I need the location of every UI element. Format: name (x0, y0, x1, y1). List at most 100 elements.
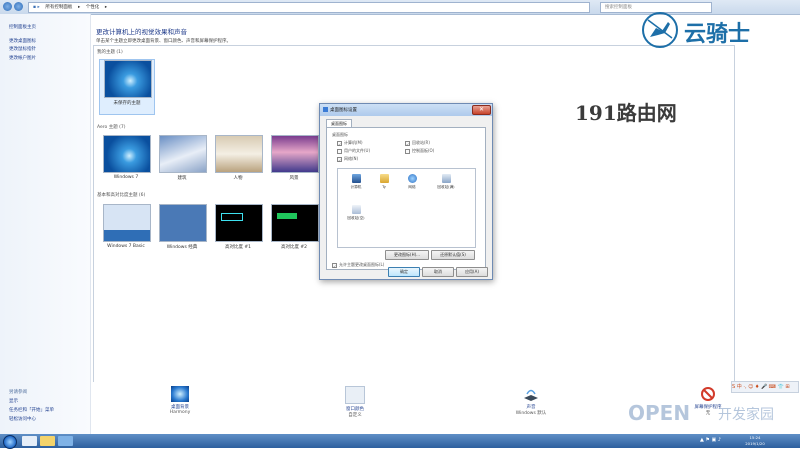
checkbox-label: 控制面板(O) (412, 148, 435, 153)
desktop-icon-list[interactable]: 计算机 Ty 网络 回收站(满) 回收站(空) (337, 168, 476, 248)
apply-button[interactable]: 应用(A) (456, 267, 488, 277)
start-button[interactable] (3, 435, 17, 449)
ok-button[interactable]: 确定 (388, 267, 420, 277)
theme-people[interactable]: 人物 (211, 135, 265, 185)
change-icon-button[interactable]: 更改图标(H)... (385, 250, 429, 260)
theme-caption: Windows 7 (113, 175, 139, 180)
control-panel-icon: ▪ ▸ (33, 5, 40, 10)
sounds-link[interactable]: 声音 Windows 默认 (496, 386, 566, 416)
icon-label: 网络 (408, 185, 416, 189)
checkbox-computer[interactable]: ✓ 计算机(M) (337, 140, 363, 147)
dialog-title: 桌面图标设置 (330, 108, 357, 113)
system-tray[interactable]: ▲ ⚑ ▣ ♪ (700, 437, 738, 445)
checkbox-network[interactable]: ✓ 网络(N) (337, 156, 359, 163)
sidebar-link-desktop-icons[interactable]: 更改桌面图标 (9, 38, 36, 44)
theme-windows-classic[interactable]: Windows 经典 (155, 204, 209, 254)
theme-scenery[interactable]: 风景 (267, 135, 321, 185)
checkbox-box: ✓ (337, 156, 342, 163)
sidebar-link-mouse-pointer[interactable]: 更改鼠标指针 (9, 46, 36, 52)
breadcrumb[interactable]: ▪ ▸ 所有控制面板 ▸ 个性化 ▸ (28, 2, 590, 13)
restore-default-button[interactable]: 还原默认值(S) (431, 250, 475, 260)
recycle-bin-empty-icon (351, 205, 361, 214)
theme-thumbnail (104, 60, 152, 98)
theme-unsaved[interactable]: 未保存的主题 (99, 59, 155, 115)
icon-computer[interactable]: 计算机 (344, 174, 368, 190)
sounds-icon (522, 386, 540, 402)
theme-caption: 风景 (289, 176, 299, 181)
bottom-item-sub: 自定义 (348, 413, 362, 418)
section-my-themes: 我的主题 (1) (97, 50, 123, 55)
dialog-app-icon (323, 107, 328, 112)
desktop-background-link[interactable]: 桌面背景 Harmony (145, 386, 215, 415)
icon-network[interactable]: 网络 (400, 174, 424, 190)
dialog-titlebar[interactable]: 桌面图标设置 ✕ (320, 104, 492, 116)
breadcrumb-personalization[interactable]: 个性化 (86, 3, 100, 12)
open-watermark-text: OPEN (628, 401, 691, 425)
window-color-icon (345, 386, 365, 404)
sidebar-link-control-panel-home[interactable]: 控制面板主页 (9, 24, 36, 30)
sidebar-link-ease-of-access[interactable]: 轻松访问中心 (9, 416, 36, 422)
section-aero-themes: Aero 主题 (7) (97, 125, 126, 130)
checkbox-recycle-bin[interactable]: ✓ 回收站(R) (405, 140, 430, 147)
theme-thumbnail (103, 204, 151, 242)
taskbar-ie-icon[interactable] (22, 436, 37, 446)
site-watermark: 191路由网 (575, 101, 677, 125)
checkbox-label: 允许主题更改桌面图标(L) (339, 262, 385, 267)
theme-high-contrast-2[interactable]: 高对比度 #2 (267, 204, 321, 254)
checkbox-control-panel[interactable]: 控制面板(O) (405, 148, 434, 154)
dialog-body: 桌面图标 ✓ 计算机(M) ✓ 回收站(R) 用户的文件(U) 控制面板(O) ✓ 网… (326, 127, 486, 270)
taskbar-control-panel-icon[interactable] (58, 436, 73, 446)
recycle-bin-full-icon (441, 174, 451, 183)
network-icon (407, 174, 417, 183)
theme-windows7-basic[interactable]: Windows 7 Basic (99, 204, 153, 254)
icon-label: 计算机 (350, 185, 362, 189)
checkbox-label: 用户的文件(U) (344, 148, 371, 153)
folder-icon (379, 174, 389, 183)
theme-caption: 高对比度 #2 (280, 245, 308, 250)
theme-thumbnail (103, 135, 151, 173)
theme-caption: 未保存的主题 (113, 101, 141, 106)
icon-user-folder[interactable]: Ty (372, 174, 396, 189)
sidebar-link-display[interactable]: 显示 (9, 398, 18, 404)
sidebar-link-taskbar[interactable]: 任务栏和「开始」菜单 (9, 407, 54, 413)
sidebar: 控制面板主页 更改桌面图标 更改鼠标指针 更改帐户图片 另请参阅 显示 任务栏和… (0, 14, 91, 434)
clock[interactable]: 15:24 2019/1/20 (740, 435, 770, 447)
bottom-item-sub: Windows 默认 (515, 411, 547, 416)
theme-caption: Windows 经典 (166, 245, 198, 250)
theme-thumbnail (215, 204, 263, 242)
checkbox-box: ✓ (332, 262, 337, 269)
ime-status: S 中 ·, ☺ ♦ 🎤 ⌨ 👕 ⊞ (732, 384, 790, 390)
icon-recycle-full[interactable]: 回收站(满) (434, 174, 458, 190)
nav-buttons (3, 2, 25, 12)
chevron-right-icon: ▸ (77, 5, 81, 10)
theme-thumbnail (271, 135, 319, 173)
section-basic-themes: 基本和高对比度主题 (6) (97, 193, 146, 198)
theme-architecture[interactable]: 建筑 (155, 135, 209, 185)
theme-high-contrast-1[interactable]: 高对比度 #1 (211, 204, 265, 254)
icon-label: 回收站(满) (437, 185, 455, 189)
back-icon[interactable] (3, 2, 12, 11)
checkbox-allow-themes[interactable]: ✓ 允许主题更改桌面图标(L) (332, 262, 385, 269)
checkbox-box (405, 148, 410, 154)
checkbox-user-files[interactable]: 用户的文件(U) (337, 148, 370, 154)
page-subtitle: 单击某个主题立即更改桌面背景、窗口颜色、声音和屏幕保护程序。 (96, 39, 231, 44)
theme-windows7[interactable]: Windows 7 (99, 135, 153, 185)
window-color-link[interactable]: 窗口颜色 自定义 (320, 386, 390, 418)
brand-watermark: 云骑士 (640, 10, 790, 50)
cancel-button[interactable]: 取消 (422, 267, 454, 277)
theme-caption: Windows 7 Basic (107, 244, 145, 249)
forward-icon[interactable] (14, 2, 23, 11)
checkbox-label: 网络(N) (344, 156, 359, 161)
icon-recycle-empty[interactable]: 回收站(空) (344, 205, 368, 221)
sidebar-see-also-heading: 另请参阅 (9, 390, 27, 395)
theme-caption: 高对比度 #1 (224, 245, 252, 250)
sidebar-link-account-picture[interactable]: 更改帐户图片 (9, 55, 36, 61)
breadcrumb-all-control-panel[interactable]: 所有控制面板 (45, 3, 72, 12)
ime-toolbar[interactable]: S 中 ·, ☺ ♦ 🎤 ⌨ 👕 ⊞ (731, 381, 799, 393)
theme-caption: 人物 (233, 176, 243, 181)
chevron-right-icon: ▸ (104, 5, 108, 10)
close-icon[interactable]: ✕ (472, 105, 491, 115)
clock-date: 2019/1/20 (745, 441, 765, 446)
taskbar-explorer-icon[interactable] (40, 436, 55, 446)
desktop-background-icon (171, 386, 189, 402)
